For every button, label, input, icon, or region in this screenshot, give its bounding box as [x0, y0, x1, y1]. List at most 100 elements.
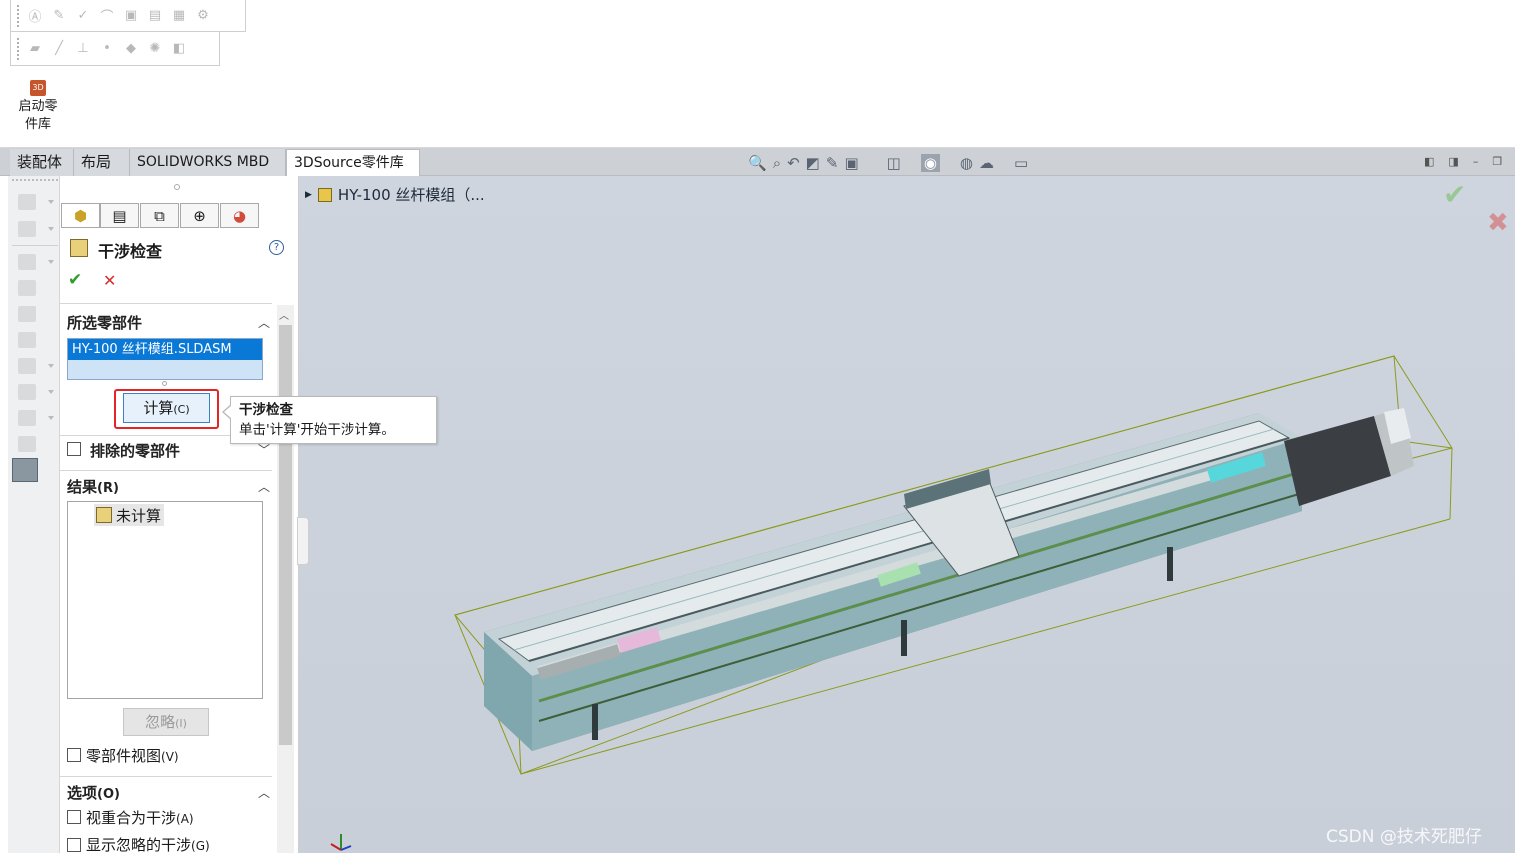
show-ignored-shortcut: (G) — [191, 839, 210, 853]
sensor-icon[interactable]: ◧ — [170, 40, 188, 58]
dropdown-arrow-icon[interactable] — [48, 200, 54, 204]
results-list[interactable]: 未计算 — [67, 501, 263, 699]
section-divider — [60, 776, 272, 777]
zoom-to-area-icon[interactable]: ⌕ — [773, 154, 781, 172]
selected-components-heading: 所选零部件 — [67, 314, 143, 332]
calculate-button[interactable]: 计算(C) — [123, 393, 210, 423]
show-ignored-checkbox[interactable] — [67, 838, 81, 852]
separator — [12, 245, 58, 246]
edit-appearance-icon[interactable]: ◍ — [960, 154, 973, 172]
ok-icon[interactable]: ✔ — [68, 270, 82, 290]
tab-feature-manager[interactable]: ⬢ — [61, 203, 100, 228]
tab-display-manager[interactable]: ◕ — [220, 203, 259, 228]
hatch-icon[interactable]: ▦ — [170, 7, 188, 25]
cancel-icon[interactable]: ✕ — [103, 271, 116, 290]
selected-components-list[interactable]: HY-100 丝杆模组.SLDASM — [67, 338, 263, 380]
balloon-icon[interactable]: ✎ — [50, 7, 68, 25]
show-hidden-icon[interactable] — [18, 332, 36, 348]
previous-view-icon[interactable]: ↶ — [787, 154, 800, 172]
dropdown-arrow-icon[interactable] — [48, 390, 54, 394]
results-heading-label: 结果 — [67, 478, 98, 496]
dropdown-arrow-icon[interactable] — [48, 227, 54, 231]
tile-left-icon[interactable]: ◧ — [1424, 155, 1434, 171]
bill-of-materials-icon[interactable] — [18, 436, 36, 452]
minimize-icon[interactable]: – — [1473, 155, 1479, 171]
assembly-tree-icon: ⬢ — [73, 206, 88, 225]
dropdown-arrow-icon[interactable] — [48, 260, 54, 264]
center-of-mass-icon[interactable]: ✺ — [146, 40, 164, 58]
new-motion-study-icon[interactable] — [18, 410, 36, 426]
window-controls: ◧ ◨ – ❐ — [1424, 155, 1515, 171]
tab-solidworks-mbd[interactable]: SOLIDWORKS MBD — [130, 149, 286, 176]
ignore-button[interactable]: 忽略(I) — [123, 708, 209, 736]
collapse-caret-icon[interactable]: ︿ — [258, 478, 270, 495]
collapse-caret-icon[interactable]: ︿ — [258, 784, 270, 801]
apply-scene-icon[interactable]: ☁ — [979, 154, 994, 172]
tolerance-icon[interactable]: ▤ — [146, 7, 164, 25]
assembly-features-icon[interactable] — [18, 358, 36, 374]
point-icon[interactable]: • — [98, 40, 116, 58]
linear-module-model[interactable] — [299, 176, 1515, 853]
tab-3dsource-library[interactable]: 3DSource零件库 — [286, 149, 420, 177]
display-manager-icon: ◕ — [232, 206, 247, 225]
tile-right-icon[interactable]: ◨ — [1448, 155, 1458, 171]
toolbar-grip[interactable] — [17, 37, 20, 60]
mate-icon[interactable] — [18, 221, 36, 237]
list-item-selected[interactable]: HY-100 丝杆模组.SLDASM — [68, 339, 262, 360]
coincident-text: 视重合为干涉 — [86, 809, 177, 827]
tab-assembly[interactable]: 装配体 — [10, 149, 74, 176]
scroll-up-icon[interactable]: ︿ — [279, 307, 289, 322]
insert-component-icon[interactable] — [18, 194, 36, 210]
cosmetic-thread-icon[interactable]: ⚙ — [194, 7, 212, 25]
tab-layout[interactable]: 布局 — [74, 149, 130, 176]
zoom-to-fit-icon[interactable]: 🔍 — [748, 154, 767, 172]
datum-icon[interactable]: ▣ — [122, 7, 140, 25]
move-component-icon[interactable] — [18, 306, 36, 322]
tab-dimxpert-manager[interactable]: ⊕ — [180, 203, 219, 228]
dropdown-arrow-icon[interactable] — [48, 364, 54, 368]
section-view-icon[interactable]: ◩ — [806, 154, 820, 172]
component-view-checkbox[interactable] — [67, 748, 81, 762]
not-calculated-label: 未计算 — [116, 506, 162, 525]
results-heading-shortcut: (R) — [97, 481, 119, 496]
ignore-shortcut: (I) — [175, 717, 187, 730]
configuration-icon: ⧉ — [154, 206, 165, 225]
coincident-interference-checkbox[interactable] — [67, 810, 81, 824]
scrollbar-thumb[interactable] — [279, 325, 292, 745]
display-style-icon[interactable]: ◫ — [887, 154, 901, 172]
note-icon[interactable]: Ⓐ — [26, 7, 44, 25]
resize-grip[interactable] — [162, 381, 167, 386]
smart-fasteners-icon[interactable] — [18, 280, 36, 296]
dynamic-annotation-icon[interactable]: ✎ — [826, 154, 839, 172]
list-item[interactable]: 未计算 — [94, 504, 165, 526]
mate-reference-icon[interactable]: ◆ — [122, 40, 140, 58]
restore-icon[interactable]: ❐ — [1492, 155, 1502, 171]
coincident-shortcut: (A) — [176, 812, 194, 826]
component-view-text: 零部件视图 — [86, 747, 162, 765]
coordinate-system-icon[interactable]: ⊥ — [74, 40, 92, 58]
view-settings-icon[interactable]: ▭ — [1014, 154, 1028, 172]
coordinate-triad-icon — [329, 830, 353, 852]
tooltip-body: 单击'计算'开始干涉计算。 — [239, 422, 395, 438]
plane-icon[interactable]: ▰ — [26, 40, 44, 58]
left-icon-strip — [8, 176, 60, 853]
panel-collapse-handle[interactable] — [297, 517, 309, 565]
dropdown-arrow-icon[interactable] — [48, 416, 54, 420]
weld-symbol-icon[interactable]: ⌒ — [98, 7, 116, 25]
linear-pattern-icon[interactable] — [18, 254, 36, 270]
excluded-components-checkbox[interactable] — [67, 442, 81, 456]
collapse-caret-icon[interactable]: ︿ — [258, 314, 270, 331]
surface-finish-icon[interactable]: ✓ — [74, 7, 92, 25]
axis-icon[interactable]: ╱ — [50, 40, 68, 58]
help-icon[interactable]: ? — [269, 240, 284, 255]
interference-item-icon — [96, 507, 112, 523]
graphics-area[interactable]: ▶ HY-100 丝杆模组（... ✔ ✖ CSDN @技术死肥仔 — [299, 176, 1515, 853]
tab-property-manager[interactable]: ▤ — [100, 203, 139, 228]
tab-configuration-manager[interactable]: ⧉ — [140, 203, 179, 228]
hide-show-items-icon[interactable]: ◉ — [920, 154, 940, 172]
interference-detection-icon[interactable] — [12, 458, 38, 482]
launch-library-button[interactable]: 3D 启动零 件库 — [14, 80, 62, 140]
reference-geometry-icon[interactable] — [18, 384, 36, 400]
view-orientation-icon[interactable]: ▣ — [844, 154, 858, 172]
toolbar-grip[interactable] — [17, 4, 20, 27]
